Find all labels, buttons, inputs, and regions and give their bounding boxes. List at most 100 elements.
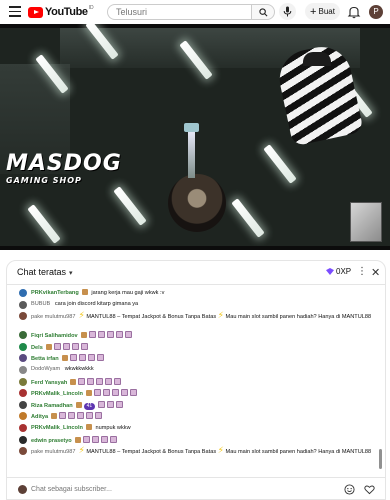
custom-emoji-icon <box>109 435 117 443</box>
menu-icon[interactable] <box>9 6 21 18</box>
member-badge-icon <box>85 424 92 430</box>
xp-indicator[interactable]: 0XP <box>326 267 351 276</box>
chat-author-avatar[interactable] <box>19 389 27 398</box>
prisoner-head <box>303 52 331 66</box>
chat-message[interactable]: BUBUB cara join discord kitarp gimana ya <box>19 300 377 309</box>
emoji-icon[interactable] <box>344 484 355 495</box>
search-input[interactable]: Telusuri <box>107 4 251 20</box>
chat-message[interactable]: Fiqri Salihamidov <box>19 331 377 340</box>
custom-emoji-icon <box>71 342 79 350</box>
chat-author-name[interactable]: PRKvikanTerbang <box>31 290 79 296</box>
custom-emoji-icon <box>88 331 96 339</box>
custom-emoji-icon <box>95 412 103 420</box>
chat-message[interactable]: Aditya <box>19 412 377 421</box>
custom-emoji-icon <box>53 342 61 350</box>
chat-mode-dropdown[interactable]: Chat teratas ▾ <box>17 267 73 277</box>
custom-emoji-icon <box>120 389 128 397</box>
chat-author-avatar[interactable] <box>19 435 27 444</box>
chat-author-avatar[interactable] <box>19 424 27 432</box>
chat-message-text: MANTUL88 – Tempat Jackpot & Bonus Tanpa … <box>84 314 218 321</box>
chat-author-avatar[interactable] <box>19 377 27 386</box>
search-icon <box>259 8 268 17</box>
chat-author-avatar[interactable] <box>19 300 27 309</box>
custom-emoji-icon <box>106 331 114 339</box>
custom-emoji-icon <box>80 342 88 350</box>
chat-author-avatar[interactable] <box>19 342 27 351</box>
ceiling-light <box>113 186 147 226</box>
chat-author-avatar[interactable] <box>19 447 27 456</box>
chat-author-avatar[interactable] <box>19 331 27 340</box>
member-badge-icon <box>75 401 82 408</box>
chat-author-name[interactable]: pake mulutmu987 <box>31 314 75 320</box>
custom-emoji-icon <box>78 354 86 362</box>
voice-search-button[interactable] <box>279 3 296 20</box>
search-button[interactable] <box>251 4 275 20</box>
custom-emoji-icon <box>96 354 104 362</box>
chat-author-name[interactable]: Fiqri Salihamidov <box>31 333 78 339</box>
video-letterbox-bottom <box>0 246 390 250</box>
chat-author-name[interactable]: Betta irfan <box>31 356 59 362</box>
youtube-logo[interactable]: YouTube ID <box>28 5 94 18</box>
member-badge-icon <box>81 289 88 295</box>
chat-message-list[interactable]: PRKvikanTerbang jarang kerja mau gaji wk… <box>7 285 385 475</box>
gift-count-chip: 41 <box>83 402 96 410</box>
chat-message[interactable]: PRKvMalik_Lincoln numpuk wkkw <box>19 424 377 432</box>
chat-input[interactable]: Chat sebagai subscriber... <box>31 484 331 496</box>
chat-author-name[interactable]: Aditya <box>31 414 48 420</box>
video-player[interactable]: MASDOG GAMING SHOP <box>0 24 390 250</box>
chat-author-avatar[interactable] <box>19 354 27 363</box>
custom-emoji-icon <box>77 412 85 420</box>
chat-message[interactable]: Ferd Yansyah <box>19 377 377 387</box>
account-avatar[interactable]: P <box>369 5 383 19</box>
chat-author-name[interactable]: BUBUB <box>31 301 50 307</box>
chat-author-name[interactable]: pake mulutmu987 <box>31 449 75 455</box>
chat-author-name[interactable]: Riza Ramadhan <box>31 403 73 409</box>
youtube-play-icon <box>28 6 43 18</box>
ceiling-light <box>231 198 265 238</box>
chat-message[interactable]: PRKvMalik_Lincoln <box>19 389 377 398</box>
chat-message[interactable]: PRKvikanTerbang jarang kerja mau gaji wk… <box>19 289 377 297</box>
chat-author-avatar[interactable] <box>19 312 27 321</box>
chat-message-text: numpuk wkkw <box>93 425 131 431</box>
member-badge-icon <box>70 378 77 385</box>
custom-emoji-icon <box>111 389 119 397</box>
custom-emoji-icon <box>59 412 67 420</box>
chat-message[interactable]: DodoWyam wkwkkwkkk <box>19 366 377 374</box>
create-label: Buat <box>318 7 335 16</box>
notifications-bell-icon[interactable] <box>347 5 361 19</box>
chat-author-avatar[interactable] <box>19 412 27 421</box>
wall-poster <box>350 202 382 242</box>
chat-author-avatar[interactable] <box>19 289 27 297</box>
more-options-icon[interactable]: ⋮ <box>357 267 367 279</box>
chat-scrollbar[interactable] <box>379 449 382 469</box>
chat-header: Chat teratas ▾ 0XP ⋮ ✕ <box>7 261 385 285</box>
create-button[interactable]: + Buat <box>305 3 340 20</box>
custom-emoji-icon <box>86 412 94 420</box>
chat-author-name[interactable]: DodoWyam <box>31 366 60 372</box>
chat-message[interactable]: edwin prasetyo <box>19 435 377 445</box>
custom-emoji-icon <box>97 331 105 339</box>
chat-author-avatar[interactable] <box>19 400 27 409</box>
bar-cap <box>184 123 199 132</box>
chat-message[interactable]: pake mulutmu987 ⚡ MANTUL88 – Tempat Jackp… <box>19 311 377 321</box>
chat-author-avatar[interactable] <box>19 366 27 374</box>
chat-author-name[interactable]: PRKvMalik_Lincoln <box>31 391 83 397</box>
chat-author-name[interactable]: edwin prasetyo <box>31 438 72 444</box>
custom-emoji-icon <box>102 389 110 397</box>
metal-bar <box>188 128 195 178</box>
chat-message-text: Mau main slot sambil panen hadiah? Hanya… <box>224 449 372 456</box>
custom-emoji-icon <box>100 435 108 443</box>
heart-icon[interactable] <box>364 484 375 495</box>
chat-message[interactable]: Riza Ramadhan 41 <box>19 400 377 410</box>
close-icon[interactable]: ✕ <box>371 266 380 279</box>
chat-message[interactable]: pake mulutmu987 ⚡ MANTUL88 – Tempat Jackp… <box>19 446 377 456</box>
chat-message[interactable]: Dels <box>19 342 377 352</box>
chat-author-name[interactable]: PRKvMalik_Lincoln <box>31 425 83 431</box>
custom-emoji-icon <box>69 354 77 362</box>
chevron-down-icon: ▾ <box>69 270 73 277</box>
custom-emoji-icon <box>93 389 101 397</box>
custom-emoji-icon <box>107 400 115 408</box>
chat-author-name[interactable]: Dels <box>31 345 43 351</box>
chat-message[interactable]: Betta irfan <box>19 354 377 363</box>
chat-author-name[interactable]: Ferd Yansyah <box>31 380 67 386</box>
